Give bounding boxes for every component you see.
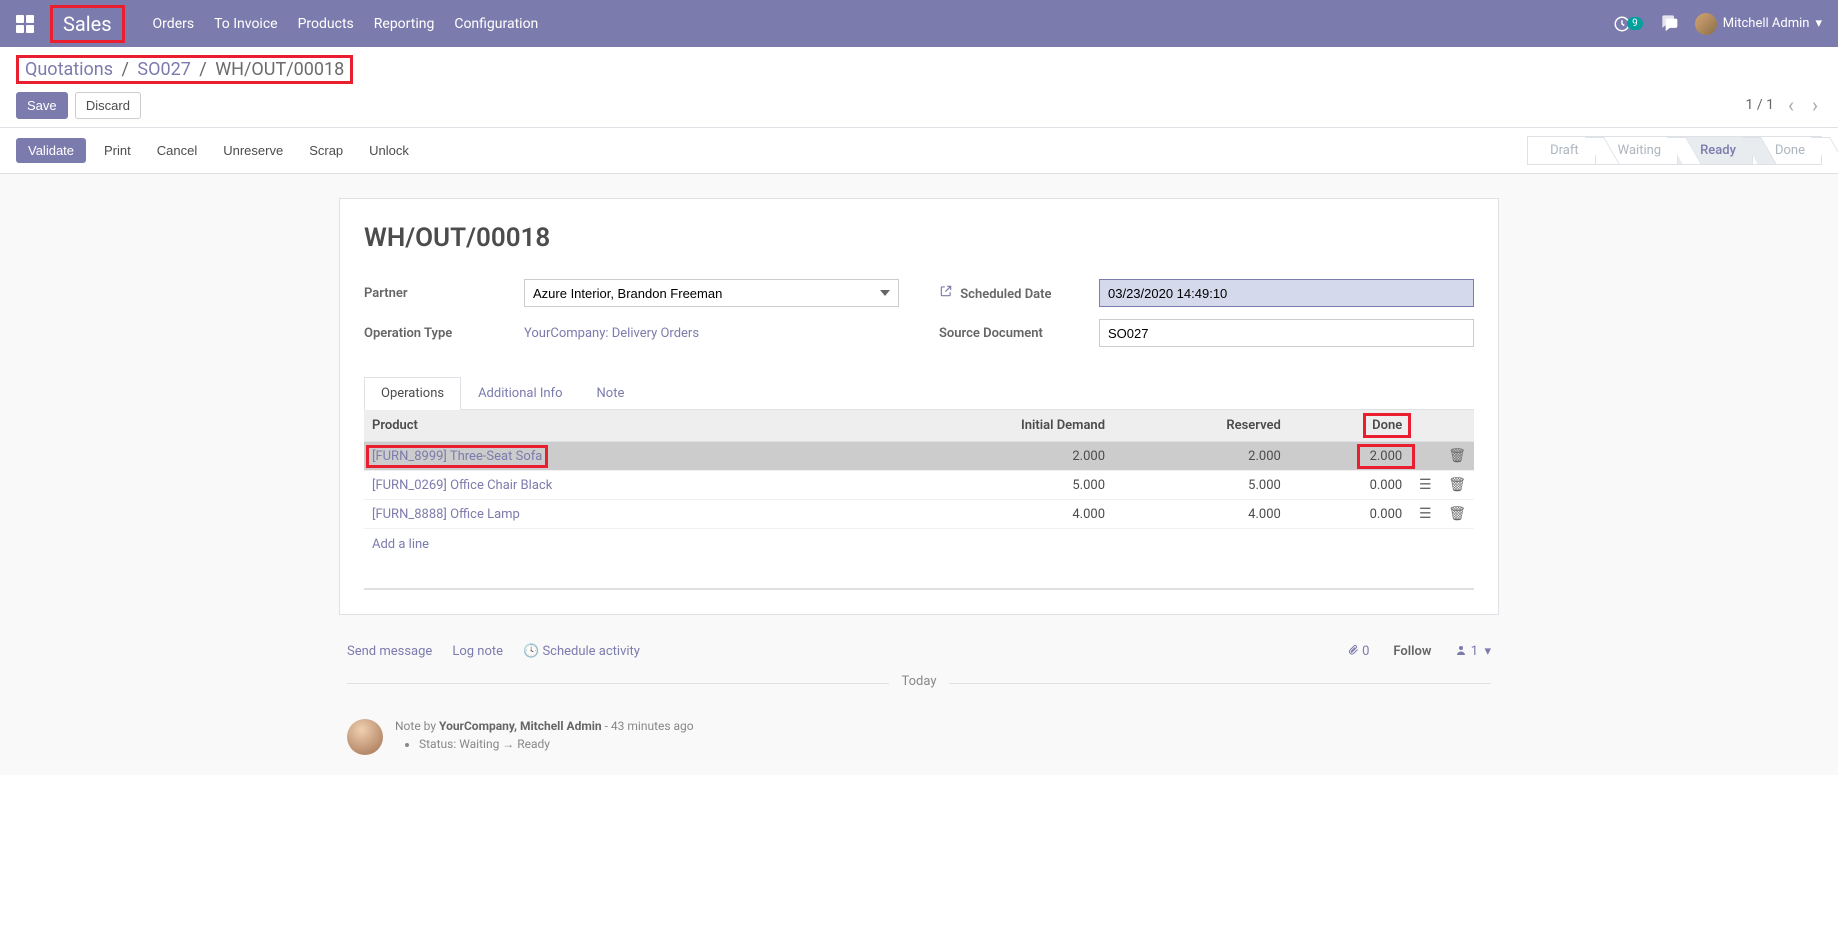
brand-label[interactable]: Sales bbox=[50, 5, 125, 43]
clock-icon: 🕓 bbox=[523, 644, 539, 659]
source-doc-label: Source Document bbox=[939, 326, 1089, 341]
col-product[interactable]: Product bbox=[364, 410, 864, 442]
add-line-button[interactable]: Add a line bbox=[364, 529, 437, 560]
table-row[interactable]: [FURN_0269] Office Chair Black 5.000 5.0… bbox=[364, 471, 1474, 500]
pager-prev[interactable]: ‹ bbox=[1784, 93, 1798, 117]
initial-demand-cell[interactable]: 5.000 bbox=[864, 471, 1114, 500]
product-cell[interactable]: [FURN_0269] Office Chair Black bbox=[364, 471, 864, 500]
chat-icon[interactable] bbox=[1659, 12, 1679, 36]
breadcrumb: Quotations / SO027 / WH/OUT/00018 bbox=[25, 59, 344, 80]
details-icon[interactable]: ☰ bbox=[1419, 506, 1432, 522]
status-draft[interactable]: Draft bbox=[1527, 136, 1595, 165]
product-cell[interactable]: [FURN_8999] Three-Seat Sofa bbox=[364, 442, 864, 471]
col-done[interactable]: Done bbox=[1289, 410, 1410, 442]
pager-next[interactable]: › bbox=[1808, 93, 1822, 117]
user-menu[interactable]: Mitchell Admin ▾ bbox=[1695, 13, 1822, 35]
col-initial-demand[interactable]: Initial Demand bbox=[864, 410, 1114, 442]
done-cell[interactable]: 2.000 bbox=[1289, 442, 1410, 471]
follow-button[interactable]: Follow bbox=[1393, 644, 1431, 659]
menu-orders[interactable]: Orders bbox=[153, 16, 195, 32]
activity-count: 9 bbox=[1627, 17, 1643, 30]
external-link-icon[interactable] bbox=[939, 287, 956, 302]
print-button[interactable]: Print bbox=[96, 138, 139, 163]
done-cell[interactable]: 0.000 bbox=[1289, 471, 1410, 500]
apps-icon[interactable] bbox=[16, 15, 34, 33]
delete-icon[interactable]: 🗑 bbox=[1448, 477, 1466, 493]
reserved-cell[interactable]: 4.000 bbox=[1113, 500, 1289, 529]
partner-field[interactable] bbox=[524, 279, 899, 307]
reserved-cell[interactable]: 5.000 bbox=[1113, 471, 1289, 500]
user-name: Mitchell Admin bbox=[1723, 16, 1810, 31]
attachment-count[interactable]: 0 bbox=[1347, 643, 1370, 659]
main-menu: Orders To Invoice Products Reporting Con… bbox=[153, 16, 539, 32]
menu-products[interactable]: Products bbox=[298, 16, 354, 32]
schedule-activity-button[interactable]: 🕓 Schedule activity bbox=[523, 644, 640, 659]
source-doc-field[interactable] bbox=[1099, 319, 1474, 347]
save-button[interactable]: Save bbox=[16, 92, 68, 119]
log-author: YourCompany, Mitchell Admin bbox=[439, 719, 602, 733]
cancel-button[interactable]: Cancel bbox=[149, 138, 205, 163]
crumb-current: WH/OUT/00018 bbox=[215, 59, 344, 80]
delete-icon[interactable]: 🗑 bbox=[1448, 448, 1466, 464]
crumb-so[interactable]: SO027 bbox=[137, 59, 190, 80]
reserved-cell[interactable]: 2.000 bbox=[1113, 442, 1289, 471]
scrap-button[interactable]: Scrap bbox=[301, 138, 351, 163]
menu-to-invoice[interactable]: To Invoice bbox=[214, 16, 278, 32]
table-row[interactable]: [FURN_8888] Office Lamp 4.000 4.000 0.00… bbox=[364, 500, 1474, 529]
crumb-quotations[interactable]: Quotations bbox=[25, 59, 113, 80]
scheduled-date-field[interactable] bbox=[1099, 279, 1474, 307]
record-title: WH/OUT/00018 bbox=[364, 223, 1474, 253]
action-buttons: Validate Print Cancel Unreserve Scrap Un… bbox=[16, 138, 421, 163]
statusbar: Draft Waiting Ready Done bbox=[1527, 136, 1822, 165]
table-row[interactable]: [FURN_8999] Three-Seat Sofa 2.000 2.000 … bbox=[364, 442, 1474, 471]
product-cell[interactable]: [FURN_8888] Office Lamp bbox=[364, 500, 864, 529]
form-sheet: WH/OUT/00018 Partner Scheduled Date Oper… bbox=[339, 198, 1499, 615]
operation-type-label: Operation Type bbox=[364, 326, 514, 341]
initial-demand-cell[interactable]: 4.000 bbox=[864, 500, 1114, 529]
pager-count: 1 / 1 bbox=[1746, 97, 1774, 113]
top-nav: Sales Orders To Invoice Products Reporti… bbox=[0, 0, 1838, 47]
log-status-change: Status: Waiting → Ready bbox=[419, 737, 694, 751]
operation-type-value[interactable]: YourCompany: Delivery Orders bbox=[524, 326, 899, 341]
details-icon[interactable]: ☰ bbox=[1419, 477, 1432, 493]
validate-button[interactable]: Validate bbox=[16, 138, 86, 163]
menu-configuration[interactable]: Configuration bbox=[454, 16, 538, 32]
done-cell[interactable]: 0.000 bbox=[1289, 500, 1410, 529]
menu-reporting[interactable]: Reporting bbox=[374, 16, 435, 32]
activity-icon[interactable]: 9 bbox=[1613, 15, 1643, 33]
breadcrumb-highlight: Quotations / SO027 / WH/OUT/00018 bbox=[16, 55, 353, 84]
discard-button[interactable]: Discard bbox=[75, 92, 141, 119]
log-time: 43 minutes ago bbox=[611, 719, 694, 733]
chevron-down-icon: ▾ bbox=[1815, 16, 1822, 31]
unlock-button[interactable]: Unlock bbox=[361, 138, 417, 163]
send-message-button[interactable]: Send message bbox=[347, 644, 432, 659]
initial-demand-cell[interactable]: 2.000 bbox=[864, 442, 1114, 471]
follower-count[interactable]: 1 ▾ bbox=[1455, 644, 1491, 659]
unreserve-button[interactable]: Unreserve bbox=[215, 138, 291, 163]
tab-note[interactable]: Note bbox=[580, 377, 642, 409]
avatar-icon bbox=[1695, 13, 1717, 35]
today-separator: Today bbox=[347, 683, 1491, 699]
log-entry: Note by YourCompany, Mitchell Admin - 43… bbox=[347, 719, 1491, 755]
statusbar-row: Validate Print Cancel Unreserve Scrap Un… bbox=[0, 128, 1838, 174]
pager: 1 / 1 ‹ › bbox=[1746, 93, 1823, 127]
sheet-background: WH/OUT/00018 Partner Scheduled Date Oper… bbox=[0, 174, 1838, 775]
tab-operations[interactable]: Operations bbox=[364, 377, 461, 410]
chatter: Send message Log note 🕓 Schedule activit… bbox=[339, 623, 1499, 775]
tab-additional-info[interactable]: Additional Info bbox=[461, 377, 579, 409]
operations-table: Product Initial Demand Reserved Done [FU… bbox=[364, 410, 1474, 529]
scheduled-date-label: Scheduled Date bbox=[939, 284, 1089, 302]
col-reserved[interactable]: Reserved bbox=[1113, 410, 1289, 442]
control-panel: Quotations / SO027 / WH/OUT/00018 Save D… bbox=[0, 47, 1838, 128]
log-note-button[interactable]: Log note bbox=[452, 644, 503, 659]
partner-label: Partner bbox=[364, 286, 514, 301]
tabs: Operations Additional Info Note bbox=[364, 377, 1474, 410]
delete-icon[interactable]: 🗑 bbox=[1448, 506, 1466, 522]
log-avatar bbox=[347, 719, 383, 755]
